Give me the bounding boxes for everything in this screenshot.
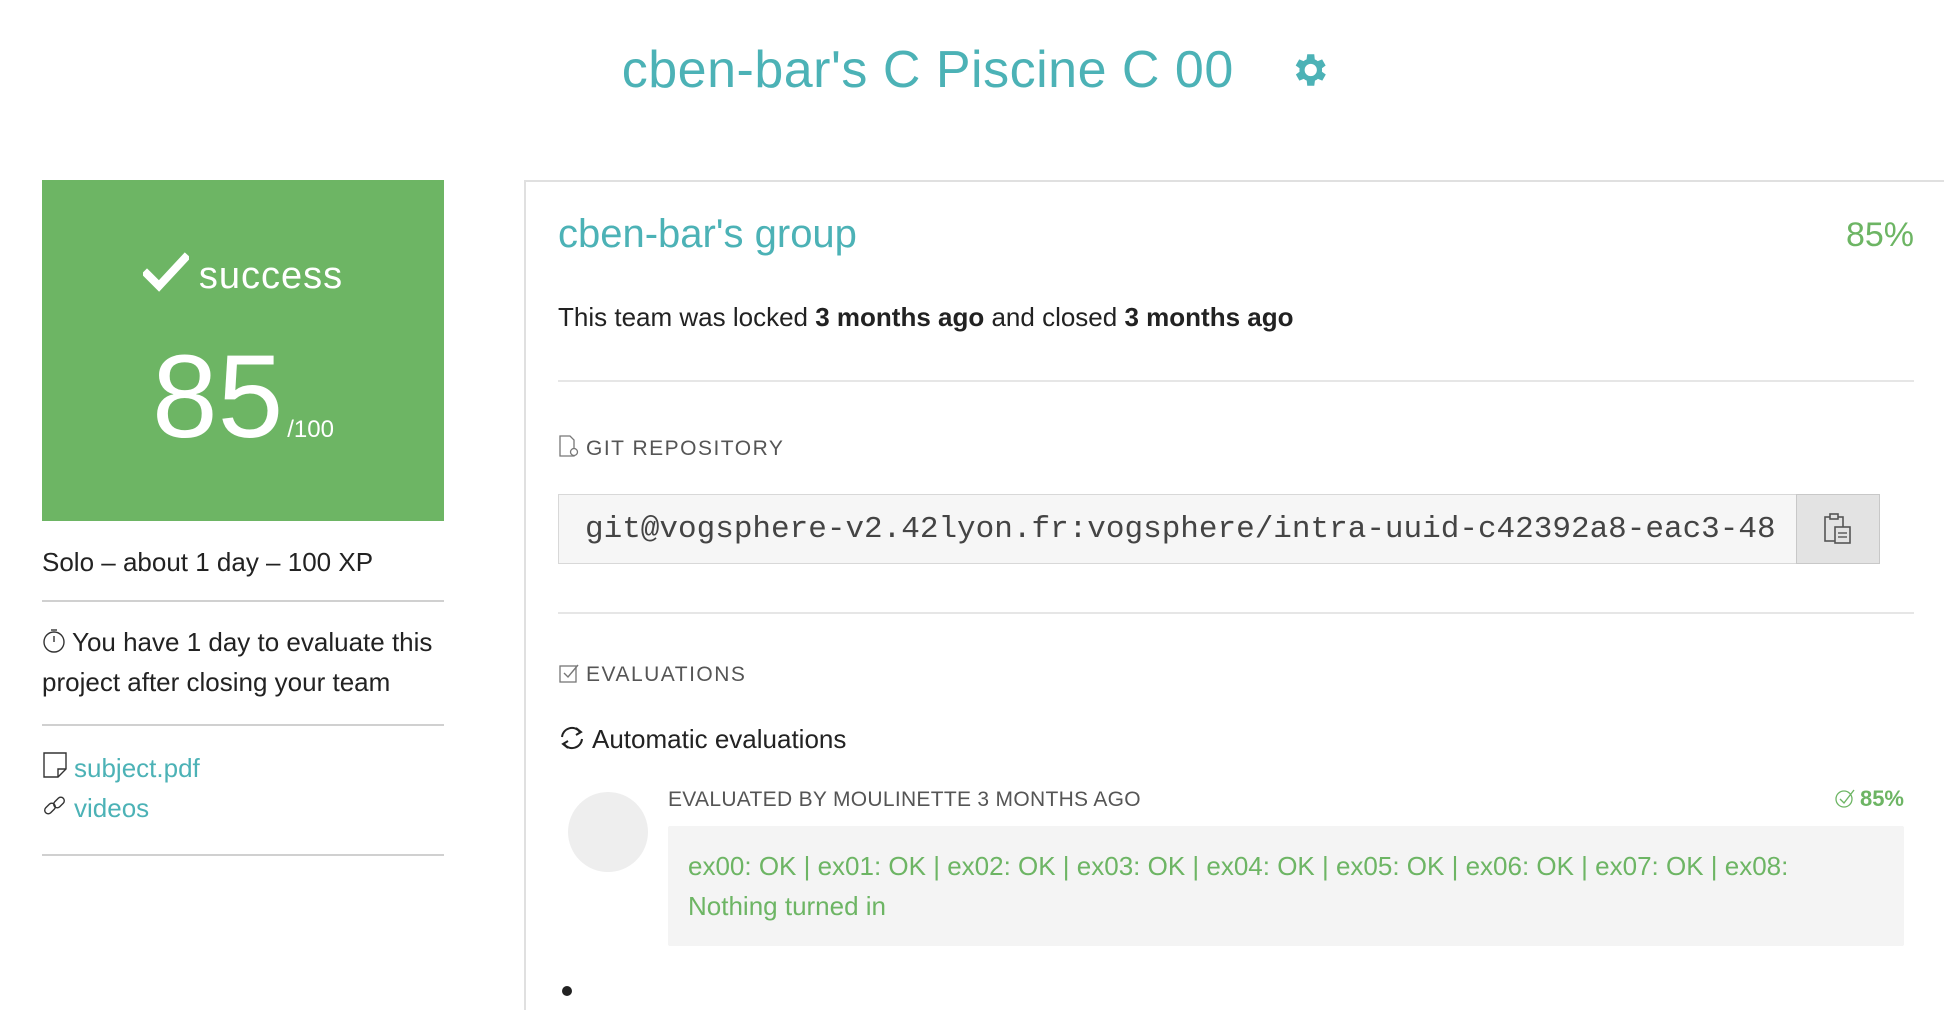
score-value: 85 (152, 331, 284, 463)
divider (558, 380, 1914, 382)
closed-ago: 3 months ago (1124, 302, 1294, 332)
project-links: subject.pdf videos (42, 726, 444, 856)
lock-prefix: This team was locked (558, 302, 808, 332)
videos-link[interactable]: videos (42, 788, 444, 828)
refresh-icon (561, 726, 583, 750)
evaluation-result: ex00: OK | ex01: OK | ex02: OK | ex03: O… (668, 826, 1904, 946)
videos-label[interactable]: videos (74, 793, 149, 823)
avatar (568, 792, 648, 872)
git-repository-field (558, 494, 1880, 564)
gear-icon[interactable] (1288, 49, 1330, 91)
project-meta: Solo – about 1 day – 100 XP (42, 521, 444, 602)
checkbox-icon (559, 664, 579, 683)
status-line: success (42, 252, 444, 298)
status-text: success (198, 255, 344, 297)
git-section-title: GIT REPOSITORY (558, 434, 784, 461)
team-panel: cben-bar's group 85% This team was locke… (524, 180, 1944, 1010)
subject-pdf-label[interactable]: subject.pdf (74, 753, 200, 783)
page-header: cben-bar's C Piscine C 00 (0, 40, 1952, 100)
git-section-label: GIT REPOSITORY (586, 437, 785, 460)
next-section-marker (562, 986, 572, 996)
page-title: cben-bar's C Piscine C 00 (621, 41, 1234, 99)
automatic-evaluations-title: Automatic evaluations (558, 724, 846, 755)
score-line: 85/100 (42, 338, 444, 456)
clipboard-icon (1824, 513, 1851, 544)
check-circle-icon (1835, 789, 1855, 808)
subject-pdf-link[interactable]: subject.pdf (42, 748, 444, 788)
evaluator-line: EVALUATED BY MOULINETTE 3 MONTHS AGO (668, 788, 1141, 811)
copy-url-button[interactable] (1796, 494, 1880, 564)
evaluation-deadline-text: You have 1 day to evaluate this project … (42, 627, 433, 697)
evaluation-deadline-note: You have 1 day to evaluate this project … (42, 602, 444, 726)
evaluations-section-title: EVALUATIONS (558, 662, 746, 687)
link-icon (44, 796, 65, 815)
evaluations-section-label: EVALUATIONS (586, 663, 747, 686)
team-name[interactable]: cben-bar's group (558, 212, 857, 257)
stopwatch-icon (43, 629, 65, 653)
evaluation-percent-value: 85% (1859, 786, 1904, 811)
lock-middle: and closed (991, 302, 1118, 332)
automatic-evaluations-label: Automatic evaluations (592, 724, 847, 754)
status-card: success 85/100 (42, 180, 444, 521)
evaluation-percent: 85% (1834, 786, 1904, 812)
team-lock-status: This team was locked 3 months ago and cl… (558, 302, 1293, 333)
divider (558, 612, 1914, 614)
git-url-input[interactable] (559, 495, 1831, 563)
locked-ago: 3 months ago (815, 302, 985, 332)
score-max: /100 (287, 416, 334, 443)
git-file-icon (559, 435, 579, 457)
project-sidebar: success 85/100 Solo – about 1 day – 100 … (42, 180, 444, 856)
check-icon (141, 252, 191, 292)
team-percent: 85% (1845, 216, 1914, 254)
document-icon (43, 752, 67, 778)
